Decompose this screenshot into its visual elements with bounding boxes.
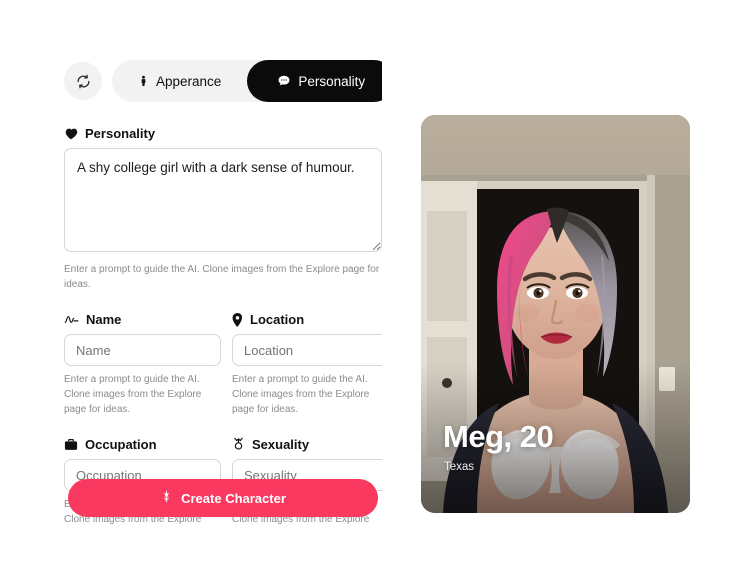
sparkle-icon — [160, 490, 173, 506]
gender-symbol-icon — [232, 437, 245, 452]
name-input[interactable] — [64, 334, 221, 366]
signature-icon — [64, 314, 79, 326]
card-location: Texas — [444, 461, 475, 473]
field-personality-label: Personality — [85, 126, 156, 141]
location-input[interactable] — [232, 334, 382, 366]
field-name: Name Enter a prompt to guide the AI. Clo… — [64, 312, 226, 417]
field-name-label: Name — [86, 312, 122, 327]
location-helper-text: Enter a prompt to guide the AI. Clone im… — [232, 374, 370, 415]
field-location-label-row: Location — [232, 312, 382, 327]
create-character-bar: Create Character — [68, 479, 378, 517]
map-pin-icon — [232, 312, 243, 327]
app-root: Apperance Personality Personality A shy … — [0, 0, 746, 584]
briefcase-icon — [64, 438, 78, 451]
name-helper-text: Enter a prompt to guide the AI. Clone im… — [64, 374, 202, 415]
card-name-age: Meg, 20 — [443, 419, 554, 454]
tab-apperance[interactable]: Apperance — [112, 60, 247, 102]
refresh-icon — [76, 74, 91, 89]
tab-personality[interactable]: Personality — [247, 60, 382, 102]
field-occupation-label: Occupation — [85, 437, 157, 452]
tab-group: Apperance Personality — [112, 60, 382, 102]
create-character-label: Create Character — [181, 490, 286, 506]
field-personality: Personality Enter a prompt to guide the … — [64, 126, 382, 292]
field-sexuality-label: Sexuality — [252, 437, 310, 452]
mode-tab-bar: Apperance Personality — [64, 58, 382, 104]
field-name-label-row: Name — [64, 312, 226, 327]
person-icon — [138, 74, 149, 88]
field-location-label: Location — [250, 312, 305, 327]
row-name-location: Name Enter a prompt to guide the AI. Clo… — [64, 312, 382, 417]
heart-icon — [64, 127, 78, 140]
create-character-button[interactable]: Create Character — [68, 479, 378, 517]
field-location: Location Enter a prompt to guide the AI.… — [226, 312, 382, 417]
field-occupation-label-row: Occupation — [64, 437, 226, 452]
chat-bubble-icon — [277, 74, 291, 88]
character-preview-card[interactable]: Meg, 20 Texas — [421, 115, 690, 513]
tab-apperance-label: Apperance — [156, 73, 222, 89]
personality-helper-text: Enter a prompt to guide the AI. Clone im… — [64, 264, 380, 290]
character-form-panel: Apperance Personality Personality A shy … — [64, 58, 382, 528]
field-personality-label-row: Personality — [64, 126, 382, 141]
refresh-icon-button[interactable] — [64, 62, 102, 100]
personality-prompt-textarea[interactable] — [64, 148, 382, 252]
field-sexuality-label-row: Sexuality — [232, 437, 382, 452]
tab-personality-label: Personality — [298, 73, 366, 89]
